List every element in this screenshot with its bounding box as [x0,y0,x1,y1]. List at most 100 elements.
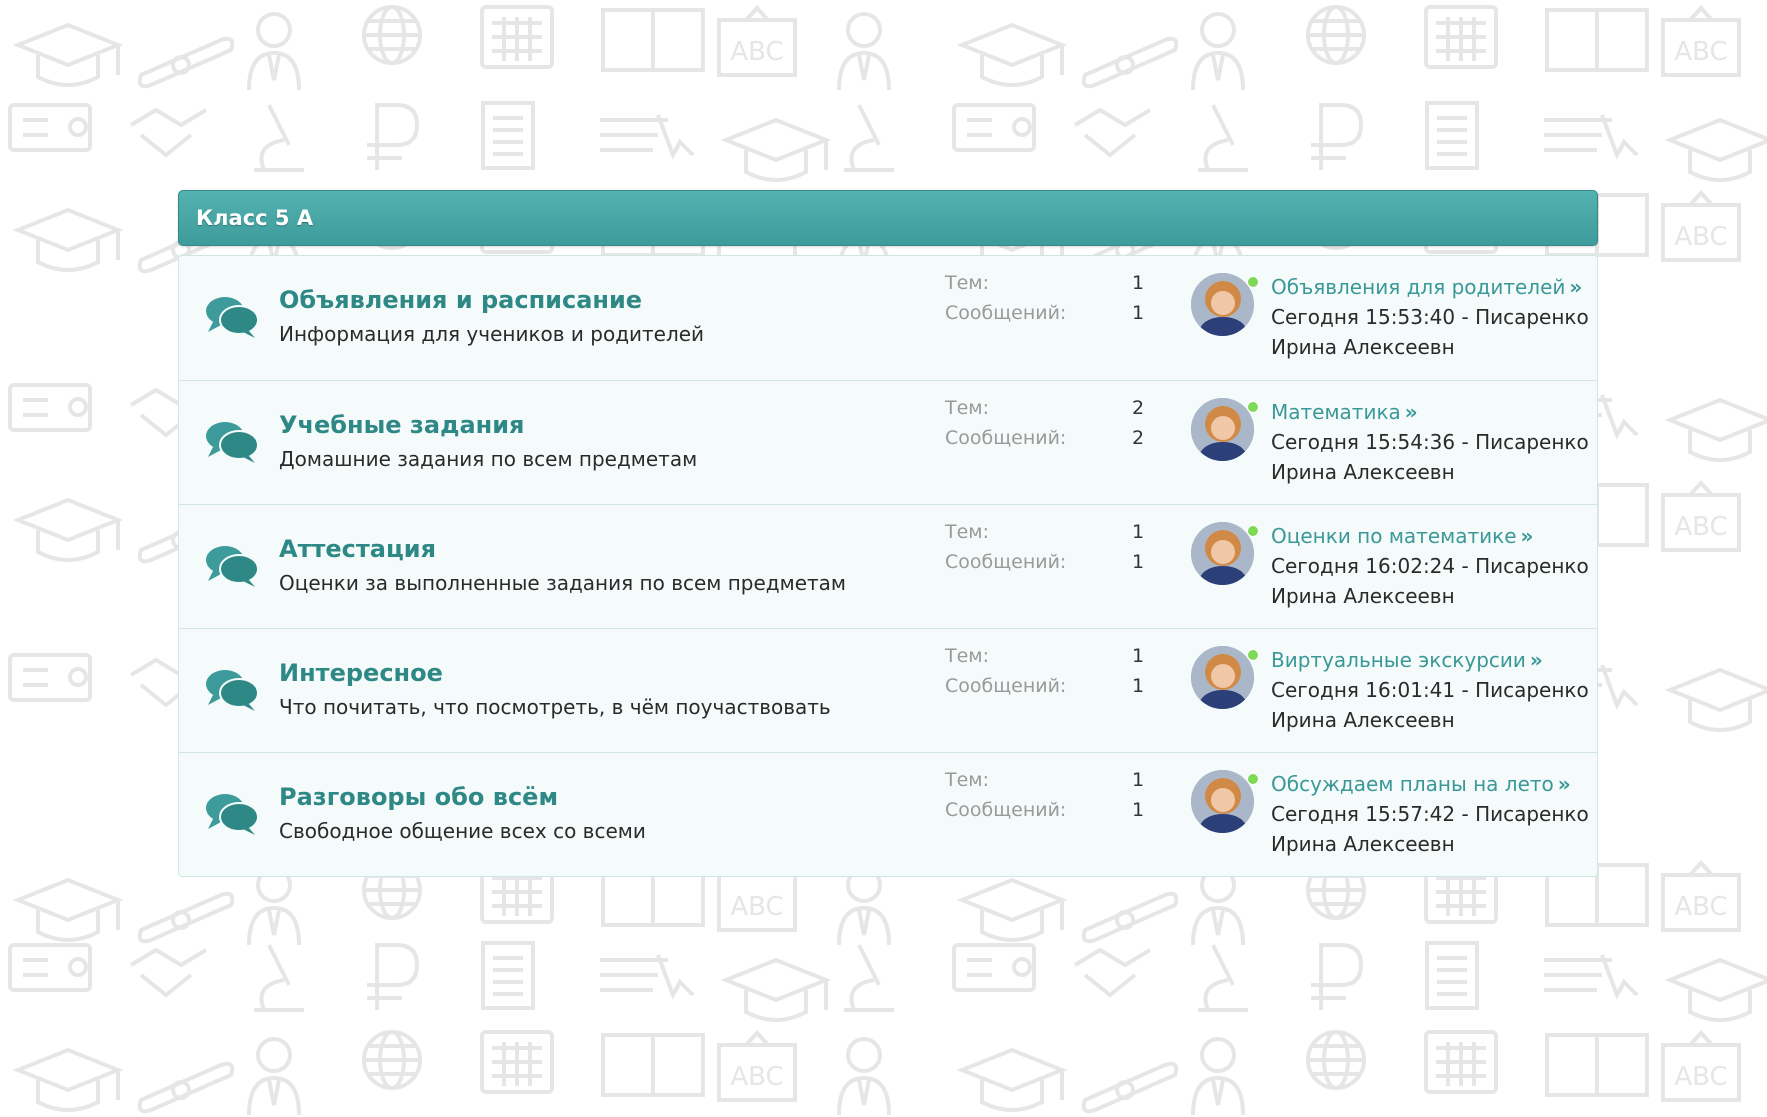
last-thread-title[interactable]: Оценки по математике [1271,524,1517,548]
background-icon [1425,941,1479,1010]
node-title-link[interactable]: Разговоры обо всём [279,783,558,811]
speech-bubbles-icon[interactable] [205,419,259,463]
arrow-right-icon: » [1529,648,1543,672]
topics-count: 1 [1132,769,1145,791]
background-icon [1668,958,1767,1022]
node-title-link[interactable]: Учебные задания [279,411,524,439]
speech-bubbles-icon[interactable] [205,294,259,338]
last-thread-title[interactable]: Виртуальные экскурсии [1271,648,1526,672]
topics-count: 1 [1132,645,1145,667]
background-icon [1196,103,1250,172]
background-icon [8,653,92,702]
background-icon [137,891,235,944]
background-icon [16,1048,120,1112]
last-thread-title[interactable]: Математика [1271,400,1401,424]
background-icon [1425,101,1479,170]
last-post-author[interactable]: Ирина Алексеевн [1271,581,1591,611]
background-icon [16,208,120,272]
category-header[interactable]: Класс 5 А [178,190,1598,246]
forum-node: Разговоры обо всём Свободное общение все… [179,752,1597,876]
avatar[interactable] [1191,646,1254,709]
node-list: Объявления и расписание Информация для у… [178,255,1598,877]
node-stats: Тем: 1 Сообщений: 1 [945,521,1145,581]
avatar[interactable] [1191,273,1254,336]
forum-list: Класс 5 А Объявления и расписание Информ… [178,190,1598,877]
messages-count: 1 [1132,675,1145,697]
last-post-meta: Сегодня 16:02:24 - Писаренко [1271,554,1589,578]
messages-stat: Сообщений: 1 [945,799,1145,829]
last-post-author[interactable]: Ирина Алексеевн [1271,705,1591,735]
avatar[interactable] [1191,398,1254,461]
background-icon [842,103,896,172]
background-icon [8,383,92,432]
background-icon [8,103,92,152]
background-icon [365,943,419,1012]
background-icon [1545,8,1649,72]
last-post-author[interactable]: Ирина Алексеевн [1271,829,1591,859]
background-icon [137,36,235,89]
background-icon [1191,1037,1245,1117]
node-stats: Тем: 1 Сообщений: 1 [945,769,1145,829]
node-title-link[interactable]: Интересное [279,659,443,687]
topics-label: Тем: [945,272,990,294]
messages-count: 1 [1132,799,1145,821]
background-icon [137,1061,235,1114]
last-thread-title[interactable]: Обсуждаем планы на лето [1271,772,1554,796]
background-icon [1073,108,1152,157]
background-icon [129,108,208,157]
last-thread-link[interactable]: Виртуальные экскурсии» [1271,648,1543,672]
background-icon [717,1031,797,1102]
node-description: Что почитать, что посмотреть, в чём поуч… [279,695,831,719]
messages-stat: Сообщений: 1 [945,302,1145,332]
background-icon [598,953,695,997]
background-icon [952,103,1036,152]
background-icon [16,23,120,87]
last-thread-link[interactable]: Оценки по математике» [1271,524,1533,548]
background-icon [724,958,828,1022]
node-title-link[interactable]: Аттестация [279,535,436,563]
online-status-icon [1247,276,1259,288]
last-post-meta: Сегодня 15:53:40 - Писаренко [1271,305,1589,329]
topics-stat: Тем: 1 [945,521,1145,551]
last-thread-link[interactable]: Обсуждаем планы на лето» [1271,772,1571,796]
last-post-author[interactable]: Ирина Алексеевн [1271,457,1591,487]
speech-bubbles-icon[interactable] [205,791,259,835]
last-thread-link[interactable]: Объявления для родителей» [1271,275,1582,299]
arrow-right-icon: » [1520,524,1534,548]
background-icon [960,1048,1064,1112]
topics-stat: Тем: 1 [945,272,1145,302]
online-status-icon [1247,649,1259,661]
background-icon [1309,943,1363,1012]
background-icon [837,1037,891,1117]
messages-label: Сообщений: [945,302,1067,324]
node-stats: Тем: 1 Сообщений: 1 [945,645,1145,705]
avatar[interactable] [1191,770,1254,833]
background-icon [480,1030,554,1094]
last-thread-link[interactable]: Математика» [1271,400,1418,424]
node-description: Оценки за выполненные задания по всем пр… [279,571,847,595]
node-description: Домашние задания по всем предметам [279,447,698,471]
last-post-author[interactable]: Ирина Алексеевн [1271,332,1591,362]
topics-label: Тем: [945,397,990,419]
messages-stat: Сообщений: 1 [945,675,1145,705]
topics-count: 2 [1132,397,1145,419]
topics-count: 1 [1132,272,1145,294]
speech-bubbles-icon[interactable] [205,543,259,587]
background-icon [952,943,1036,992]
category-title[interactable]: Класс 5 А [196,206,313,230]
background-icon [1191,12,1245,92]
background-icon [16,878,120,942]
last-thread-title[interactable]: Объявления для родителей [1271,275,1565,299]
background-icon [8,943,92,992]
speech-bubbles-icon[interactable] [205,667,259,711]
avatar[interactable] [1191,522,1254,585]
background-icon [247,1037,301,1117]
online-status-icon [1247,773,1259,785]
forum-node: Аттестация Оценки за выполненные задания… [179,504,1597,628]
background-icon [1661,1031,1741,1102]
background-icon [362,1030,422,1090]
background-icon [837,867,891,947]
node-title-link[interactable]: Объявления и расписание [279,286,642,314]
background-icon [481,101,535,170]
background-icon [1081,891,1179,944]
